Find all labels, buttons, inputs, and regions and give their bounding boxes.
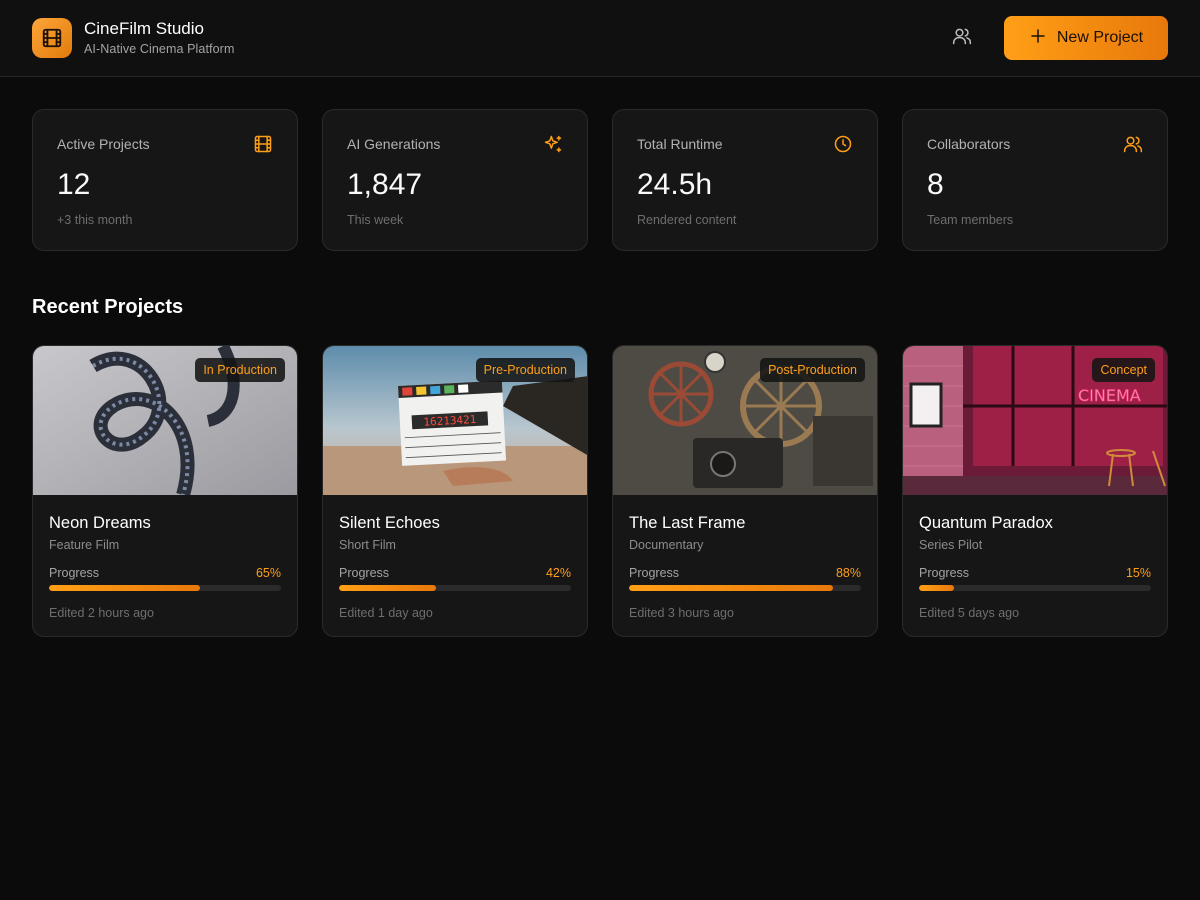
- film-icon: [32, 18, 72, 58]
- sparkles-icon: [543, 134, 563, 154]
- new-project-label: New Project: [1056, 29, 1144, 46]
- progress-fill: [919, 585, 954, 591]
- progress-value: 15%: [1125, 566, 1151, 580]
- stat-card-ai-generations: AI Generations 1,847 This week: [322, 109, 588, 251]
- svg-text:16213421: 16213421: [423, 413, 477, 429]
- project-type: Documentary: [629, 538, 704, 552]
- progress-label: Progress: [629, 566, 680, 580]
- progress-bar: [339, 585, 571, 591]
- edited-time: Edited 1 day ago: [339, 606, 433, 620]
- app-title: CineFilm Studio: [84, 19, 204, 38]
- stat-subtext: Rendered content: [637, 213, 737, 227]
- collaborators-button[interactable]: [944, 20, 980, 56]
- top-bar: CineFilm Studio AI-Native Cinema Platfor…: [0, 0, 1200, 77]
- stat-card-total-runtime: Total Runtime 24.5h Rendered content: [612, 109, 878, 251]
- project-thumbnail: 16213421 Pre-Production: [323, 346, 587, 495]
- progress-label: Progress: [49, 566, 100, 580]
- project-thumbnail: Post-Production: [613, 346, 877, 495]
- stat-subtext: This week: [347, 213, 404, 227]
- stat-subtext: +3 this month: [57, 213, 133, 227]
- section-title: Recent Projects: [32, 296, 184, 318]
- project-type: Feature Film: [49, 538, 120, 552]
- stat-label: Active Projects: [57, 136, 150, 152]
- users-icon: [952, 26, 972, 51]
- progress-label: Progress: [339, 566, 390, 580]
- progress-value: 42%: [545, 566, 571, 580]
- progress-bar: [629, 585, 861, 591]
- svg-text:CINEMA: CINEMA: [1078, 386, 1141, 405]
- stat-label: Total Runtime: [637, 136, 723, 152]
- progress-bar: [49, 585, 281, 591]
- app-subtitle: AI-Native Cinema Platform: [84, 42, 235, 56]
- progress-label: Progress: [919, 566, 970, 580]
- progress-fill: [339, 585, 437, 591]
- status-badge: Concept: [1092, 358, 1155, 382]
- project-card[interactable]: CINEMA Concept Quantum Paradox Series Pi…: [902, 345, 1168, 637]
- progress-fill: [629, 585, 834, 591]
- project-title: Silent Echoes: [339, 514, 440, 532]
- clock-icon: [833, 134, 853, 154]
- project-title: Quantum Paradox: [919, 514, 1053, 532]
- project-title: The Last Frame: [629, 514, 746, 532]
- projects-grid: In Production Neon Dreams Feature Film P…: [0, 319, 1200, 637]
- progress-value: 88%: [835, 566, 861, 580]
- stat-card-collaborators: Collaborators 8 Team members: [902, 109, 1168, 251]
- plus-icon: [1029, 27, 1047, 50]
- stat-card-active-projects: Active Projects 12 +3 this month: [32, 109, 298, 251]
- project-card[interactable]: 16213421 Pre-Production Silent Echoes Sh…: [322, 345, 588, 637]
- stat-value: 12: [57, 168, 91, 201]
- progress-value: 65%: [255, 566, 281, 580]
- users-icon: [1123, 134, 1143, 154]
- project-card[interactable]: Post-Production The Last Frame Documenta…: [612, 345, 878, 637]
- project-thumbnail: CINEMA Concept: [903, 346, 1167, 495]
- status-badge: In Production: [195, 358, 285, 382]
- brand[interactable]: CineFilm Studio AI-Native Cinema Platfor…: [32, 18, 234, 58]
- stat-value: 1,847: [347, 168, 423, 201]
- stats-row: Active Projects 12 +3 this month AI Gene…: [0, 77, 1200, 251]
- stat-value: 8: [927, 168, 944, 201]
- project-card[interactable]: In Production Neon Dreams Feature Film P…: [32, 345, 298, 637]
- stat-value: 24.5h: [637, 168, 713, 201]
- project-title: Neon Dreams: [49, 514, 151, 532]
- stat-label: Collaborators: [927, 136, 1011, 152]
- project-type: Series Pilot: [919, 538, 983, 552]
- progress-bar: [919, 585, 1151, 591]
- status-badge: Post-Production: [760, 358, 865, 382]
- project-type: Short Film: [339, 538, 396, 552]
- film-icon: [253, 134, 273, 154]
- progress-fill: [49, 585, 200, 591]
- stat-label: AI Generations: [347, 136, 441, 152]
- edited-time: Edited 5 days ago: [919, 606, 1020, 620]
- project-thumbnail: In Production: [33, 346, 297, 495]
- stat-subtext: Team members: [927, 213, 1014, 227]
- new-project-button[interactable]: New Project: [1004, 16, 1168, 60]
- status-badge: Pre-Production: [475, 358, 575, 382]
- edited-time: Edited 2 hours ago: [49, 606, 154, 620]
- edited-time: Edited 3 hours ago: [629, 606, 734, 620]
